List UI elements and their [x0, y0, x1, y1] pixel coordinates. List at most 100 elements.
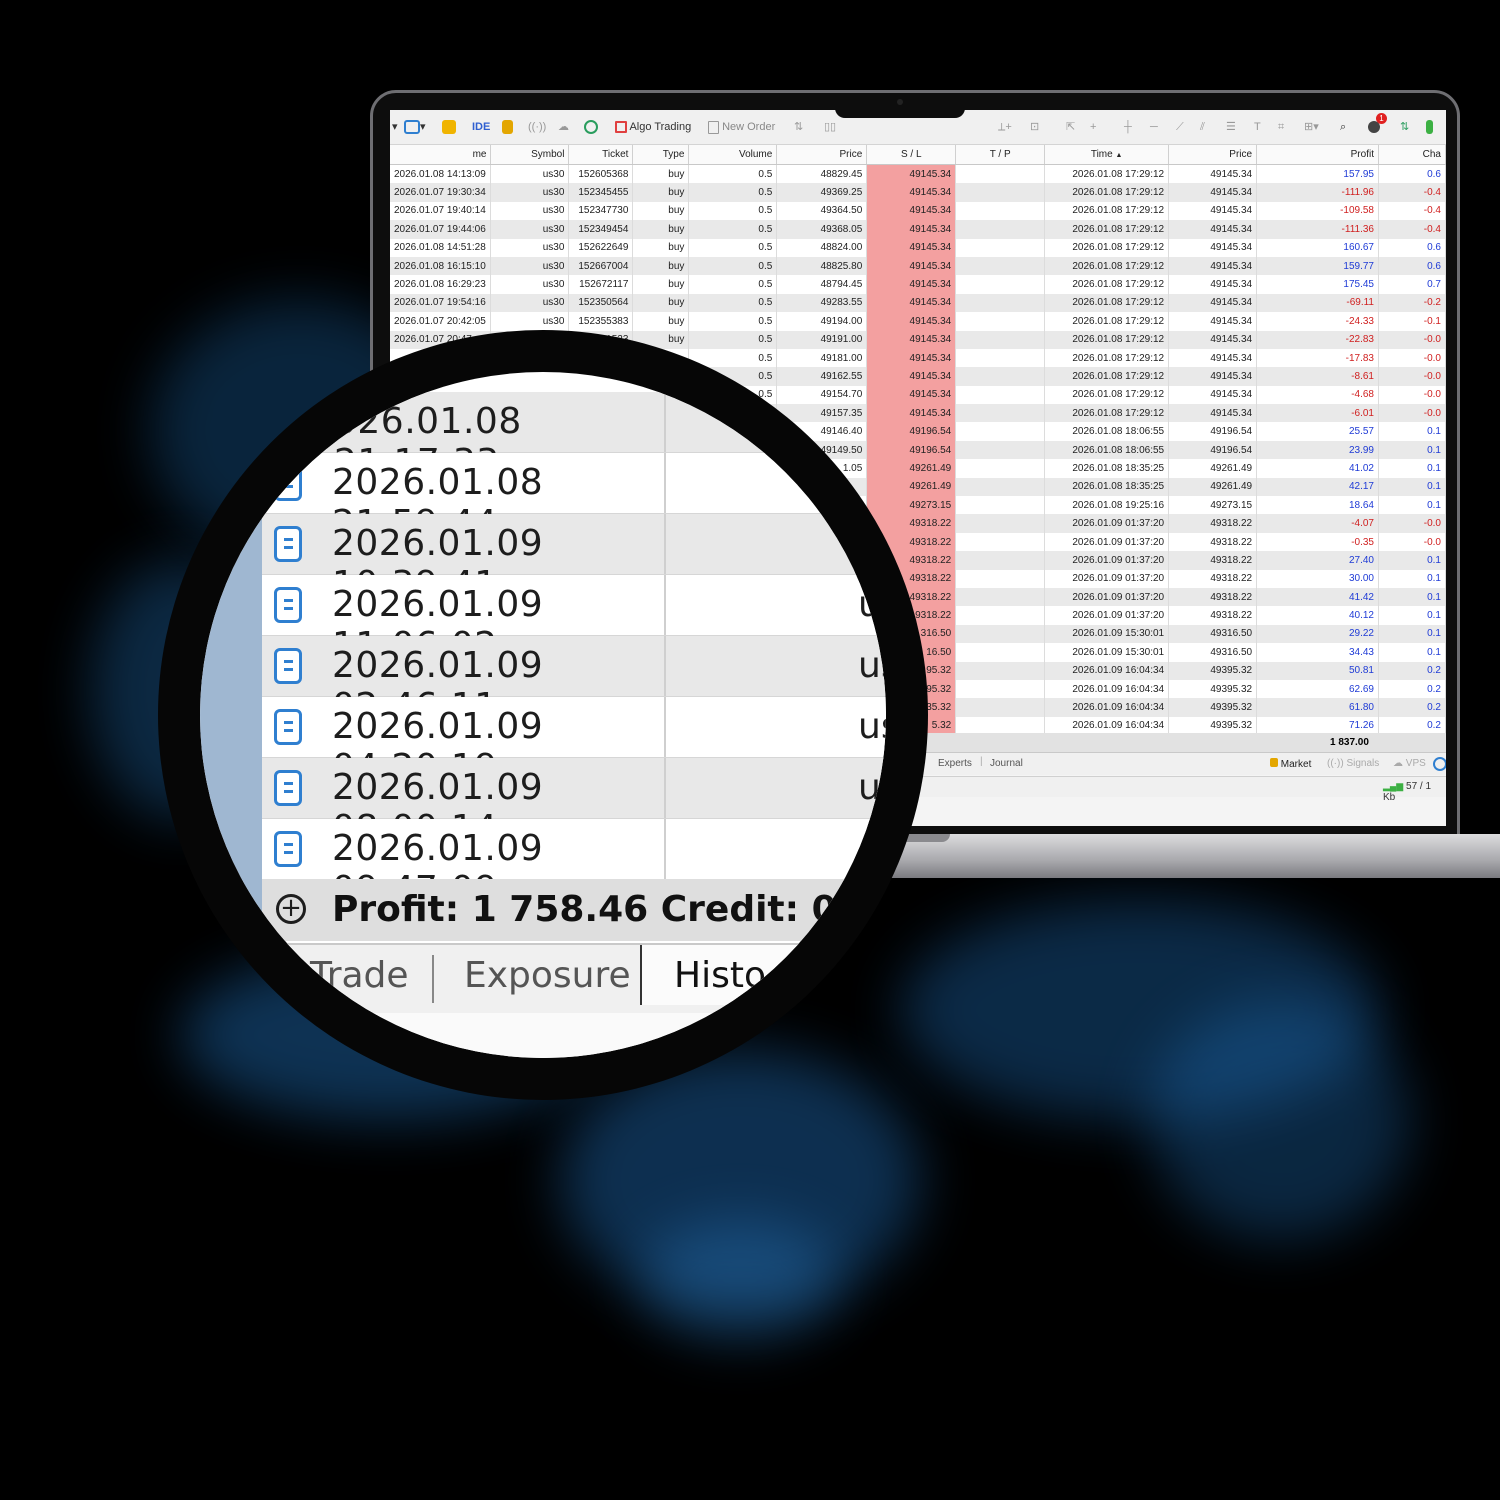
table-cell: -69.11 [1256, 293, 1379, 313]
table-cell: 2026.01.08 17:29:12 [1044, 348, 1170, 368]
table-cell: 2026.01.08 17:29:12 [1044, 238, 1170, 257]
col-volume[interactable]: Volume [688, 145, 778, 165]
table-cell: 49318.22 [1168, 551, 1258, 570]
tab-history[interactable]: Histo [674, 955, 766, 996]
table-cell: 152667004 [568, 256, 634, 276]
col-tp[interactable]: T / P [955, 145, 1046, 165]
tab-journal[interactable]: Journal [990, 758, 1023, 769]
table-row[interactable]: 2026.01.08 16:29:23 us30 152672117 buy 0.5 48… [390, 275, 1446, 294]
col-time[interactable]: me [390, 145, 492, 165]
summary-bar: + Profit: 1 758.46 Credit: 0.00 [262, 879, 886, 941]
tab-trade[interactable]: Trade [310, 955, 409, 996]
table-row[interactable]: 2026.01.07 20:42:05 us30 152355383 buy 0.5 49… [390, 312, 1446, 331]
algo-trading-button[interactable]: Algo Trading [615, 118, 691, 136]
add-circle-icon[interactable]: + [276, 894, 306, 924]
table-cell: 0.6 [1378, 256, 1446, 276]
connection-icon[interactable]: ⇅ [1400, 118, 1409, 136]
table-row[interactable]: 2026.01.08 14:51:28 us30 152622649 buy 0.5 48… [390, 238, 1446, 257]
horizontal-line-icon[interactable]: ─ [1150, 118, 1158, 136]
table-cell: 61.80 [1256, 698, 1379, 717]
col-change[interactable]: Cha [1378, 145, 1446, 165]
col-sl[interactable]: S / L [866, 145, 957, 165]
cursor-icon[interactable]: ⇱ [1066, 118, 1075, 136]
chevron-down-icon[interactable]: ▾ [392, 118, 398, 136]
table-cell: 49318.22 [1168, 606, 1258, 625]
table-cell: 2026.01.08 17:29:12 [1044, 330, 1170, 349]
bars-icon[interactable]: ▯▯ [824, 118, 836, 136]
list-item[interactable]: 2026.01.09 09:47:09 [262, 819, 886, 910]
table-row[interactable]: 2026.01.07 19:30:34 us30 152345455 buy 0.5 49… [390, 183, 1446, 202]
table-row[interactable]: 2026.01.08 14:13:09 us30 152605368 buy 0.5 48… [390, 164, 1446, 184]
document-icon [274, 709, 302, 745]
col-profit[interactable]: Profit [1256, 145, 1379, 165]
table-cell: 49196.54 [1168, 422, 1258, 441]
depth-icon[interactable]: ⇅ [794, 118, 803, 136]
table-row[interactable]: 2026.01.07 19:40:14 us30 152347730 buy 0.5 49… [390, 201, 1446, 221]
tab-exposure[interactable]: Exposure [464, 955, 631, 996]
col-type[interactable]: Type [632, 145, 690, 165]
new-order-button[interactable]: New Order [708, 118, 775, 136]
vps-button[interactable]: ☁ VPS [1393, 758, 1426, 769]
list-item[interactable]: 2026.01.09 10:39:41 [262, 514, 886, 605]
lock-icon[interactable] [502, 118, 513, 136]
crosshair-icon[interactable]: + [1090, 118, 1096, 136]
ide-button[interactable]: IDE [472, 118, 490, 136]
table-cell [955, 698, 1046, 717]
table-cell: 2026.01.07 19:40:14 [390, 201, 492, 221]
fibonacci-icon[interactable]: ☰ [1226, 118, 1236, 136]
document-icon [274, 648, 302, 684]
cloud-icon[interactable]: ☁ [558, 118, 569, 136]
table-cell: 2026.01.09 01:37:20 [1044, 569, 1170, 588]
col-symbol[interactable]: Symbol [490, 145, 570, 165]
table-cell: 49316.50 [1168, 643, 1258, 662]
table-cell: 49369.25 [776, 183, 868, 202]
col-close-price[interactable]: Price [1168, 145, 1258, 165]
list-item[interactable]: 2026.01.09 02:46:11us [262, 636, 886, 727]
list-item[interactable]: 2026.01.09 11:06:02u [262, 575, 886, 666]
table-cell: 2026.01.08 18:35:25 [1044, 477, 1170, 497]
table-cell: 34.43 [1256, 643, 1379, 662]
search-icon[interactable]: ⌕ [1340, 118, 1346, 136]
table-row[interactable]: 2026.01.07 19:44:06 us30 152349454 buy 0.5 49… [390, 220, 1446, 239]
col-price[interactable]: Price [776, 145, 868, 165]
table-cell: -22.83 [1256, 330, 1379, 349]
period-icon[interactable]: ⟂+ [998, 118, 1012, 136]
chart-icon[interactable]: ▾ [404, 118, 426, 136]
objects-icon[interactable]: ⊞▾ [1304, 118, 1319, 136]
vertical-line-icon[interactable]: ┼ [1124, 118, 1132, 136]
tab-experts[interactable]: Experts [938, 758, 972, 769]
list-item[interactable]: 2026.01.09 08:00:14u [262, 758, 886, 849]
table-cell: 2026.01.07 19:30:34 [390, 183, 492, 202]
list-item[interactable]: 2026.01.08 21:59:44 [262, 453, 886, 544]
screenshot-icon[interactable]: ⊡ [1030, 118, 1039, 136]
trendline-icon[interactable]: ⟋ [1176, 118, 1184, 136]
table-header: me Symbol Ticket Type Volume Price S / L… [390, 145, 1446, 165]
shapes-icon[interactable]: ⌗ [1278, 118, 1284, 136]
table-cell [955, 422, 1046, 441]
market-button[interactable]: Market [1270, 758, 1311, 770]
table-cell: 49261.49 [1168, 459, 1258, 478]
col-close-time[interactable]: Time ▲ [1044, 145, 1170, 165]
table-cell [955, 275, 1046, 294]
notifications-icon[interactable]: 1 [1368, 113, 1387, 136]
table-cell: 152355383 [568, 312, 634, 331]
table-cell: -0.0 [1378, 367, 1446, 386]
col-ticket[interactable]: Ticket [568, 145, 634, 165]
table-cell: 2026.01.07 19:54:16 [390, 293, 492, 313]
signal-icon[interactable]: ((·)) [528, 118, 546, 136]
order-symbol: us [858, 706, 886, 747]
traffic-indicator: ▂▄▆ 57 / 1 Kb [1383, 781, 1432, 803]
table-row[interactable]: 2026.01.08 16:15:10 us30 152667004 buy 0.5 48… [390, 256, 1446, 276]
table-cell: 0.5 [688, 220, 778, 239]
list-item[interactable]: 026.01.08 21:17:33 [262, 392, 886, 483]
table-cell: 2026.01.09 01:37:20 [1044, 551, 1170, 570]
strategy-icon[interactable] [442, 118, 456, 136]
table-cell: 49318.22 [1168, 532, 1258, 552]
globe-icon[interactable] [584, 118, 598, 136]
channel-icon[interactable]: ⫽ [1200, 118, 1205, 136]
signals-button[interactable]: ((·)) Signals [1327, 758, 1379, 769]
table-cell [955, 367, 1046, 386]
list-item[interactable]: 2026.01.09 04:20:19us [262, 697, 886, 788]
text-icon[interactable]: T [1254, 118, 1261, 136]
table-row[interactable]: 2026.01.07 19:54:16 us30 152350564 buy 0.5 49… [390, 293, 1446, 313]
